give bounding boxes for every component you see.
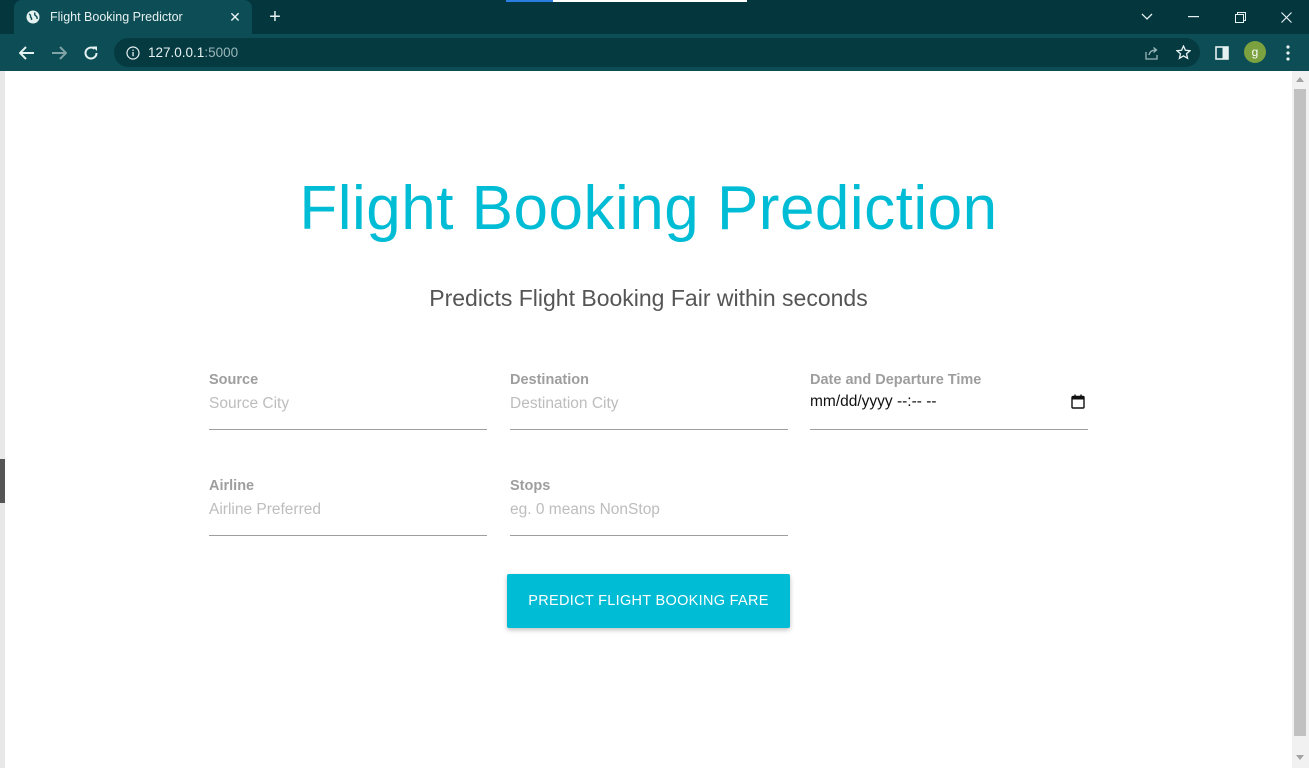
- share-icon[interactable]: [1138, 38, 1164, 67]
- browser-toolbar: 127.0.0.1:5000 g: [0, 34, 1309, 71]
- scroll-up-arrow-icon[interactable]: [1296, 77, 1304, 82]
- page-viewport: Flight Booking Prediction Predicts Fligh…: [5, 71, 1292, 768]
- source-input[interactable]: [209, 392, 487, 416]
- close-tab-icon[interactable]: ✕: [226, 8, 244, 26]
- departure-datetime-input[interactable]: mm/dd/yyyy --:-- --: [810, 393, 937, 411]
- reload-icon[interactable]: [78, 40, 104, 66]
- departure-field: Date and Departure Time mm/dd/yyyy --:--…: [810, 372, 1088, 430]
- minimize-icon[interactable]: [1182, 6, 1204, 28]
- page-title: Flight Booking Prediction: [299, 174, 998, 243]
- bookmark-star-icon[interactable]: [1170, 38, 1196, 67]
- source-field: Source: [209, 372, 487, 430]
- url-port: :5000: [204, 45, 239, 60]
- scroll-down-arrow-icon[interactable]: [1296, 755, 1304, 760]
- address-bar[interactable]: 127.0.0.1:5000: [114, 38, 1200, 67]
- destination-label: Destination: [510, 372, 589, 388]
- stops-label: Stops: [510, 478, 551, 494]
- browser-titlebar: Flight Booking Predictor ✕ +: [0, 0, 1309, 34]
- url-text: 127.0.0.1:5000: [148, 45, 238, 60]
- airline-field: Airline: [209, 478, 487, 536]
- tab-title: Flight Booking Predictor: [50, 10, 183, 24]
- stops-input[interactable]: [510, 498, 788, 522]
- new-tab-icon[interactable]: +: [264, 6, 286, 28]
- site-info-icon[interactable]: [126, 45, 140, 60]
- globe-icon: [26, 10, 40, 24]
- departure-label: Date and Departure Time: [810, 372, 982, 388]
- close-window-icon[interactable]: [1275, 6, 1297, 28]
- scrollbar-thumb[interactable]: [1294, 89, 1306, 736]
- forward-arrow-icon[interactable]: [46, 40, 72, 66]
- airline-label: Airline: [209, 478, 255, 494]
- predict-fare-button[interactable]: Predict Flight Booking Fare: [507, 574, 790, 628]
- side-panel-icon[interactable]: [1209, 38, 1235, 67]
- destination-field: Destination: [510, 372, 788, 430]
- url-host: 127.0.0.1: [148, 45, 205, 60]
- browser-menu-icon[interactable]: [1275, 38, 1301, 67]
- profile-avatar[interactable]: g: [1244, 41, 1266, 63]
- tab-search-chevron-icon[interactable]: [1136, 6, 1158, 28]
- destination-input[interactable]: [510, 392, 788, 416]
- page-subtitle: Predicts Flight Booking Fair within seco…: [429, 285, 868, 311]
- restore-icon[interactable]: [1229, 6, 1251, 28]
- calendar-icon[interactable]: [1071, 394, 1085, 409]
- stops-field: Stops: [510, 478, 788, 536]
- browser-tab[interactable]: Flight Booking Predictor ✕: [14, 0, 252, 34]
- tab-strip-indicator: [506, 0, 747, 2]
- source-label: Source: [209, 372, 259, 388]
- airline-input[interactable]: [209, 498, 487, 522]
- back-arrow-icon[interactable]: [14, 40, 40, 66]
- page-scrollbar[interactable]: [1292, 71, 1309, 768]
